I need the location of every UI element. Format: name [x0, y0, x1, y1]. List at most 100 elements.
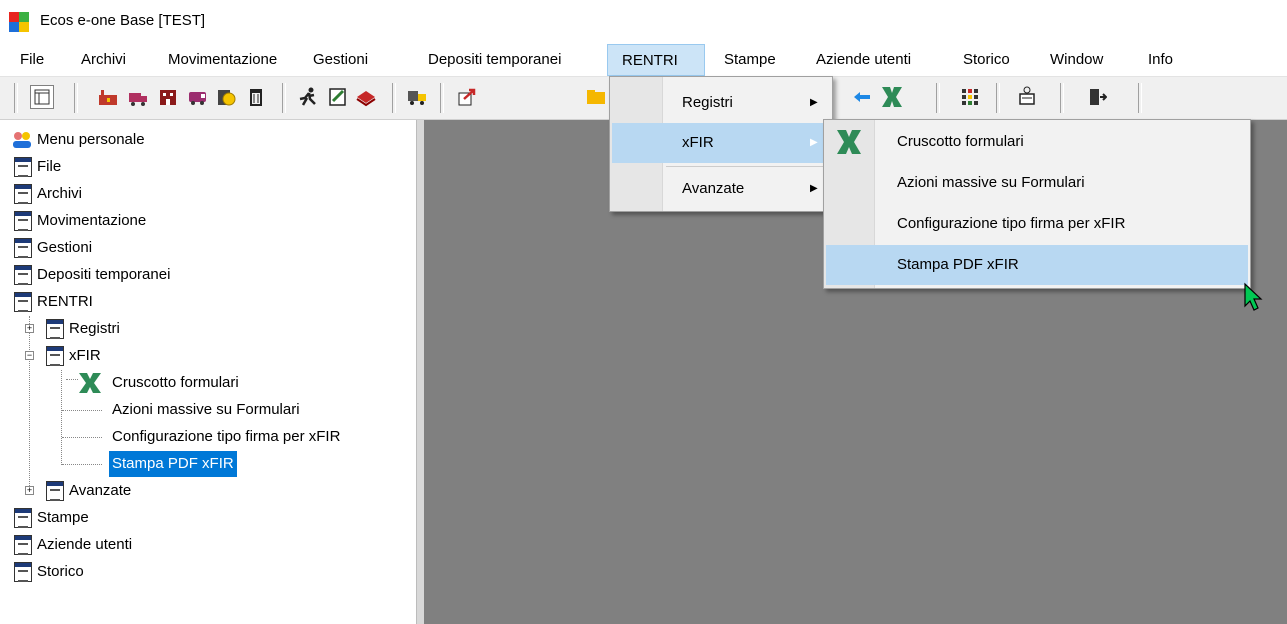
- menu-depositi-temporanei[interactable]: Depositi temporanei: [420, 44, 569, 76]
- menu-file[interactable]: File: [12, 44, 52, 76]
- menu-item-label: Cruscotto formulari: [897, 133, 1024, 150]
- module-icon: [14, 535, 32, 555]
- module-icon: [14, 211, 32, 231]
- building-icon[interactable]: [156, 85, 180, 109]
- tree-label: File: [37, 158, 62, 175]
- runner-icon[interactable]: [296, 85, 320, 109]
- module-icon: [14, 184, 32, 204]
- menu-rentri[interactable]: RENTRI: [607, 44, 705, 76]
- xfir-submenu: Cruscotto formulari Azioni massive su Fo…: [823, 119, 1251, 289]
- app-logo-icon: [9, 12, 29, 32]
- tree-label: xFIR: [69, 347, 101, 364]
- edit-icon[interactable]: [326, 85, 350, 109]
- tree-label-selected: Stampa PDF xFIR: [109, 451, 237, 477]
- menu-item-xfir[interactable]: xFIR ▶: [612, 123, 830, 163]
- exit-icon[interactable]: [1085, 85, 1109, 109]
- submenu-arrow-icon: ▶: [810, 97, 818, 108]
- tree-label: Movimentazione: [37, 212, 147, 229]
- submenu-arrow-icon: ▶: [810, 183, 818, 194]
- menu-item-avanzate[interactable]: Avanzate ▶: [612, 169, 830, 209]
- tree-label: RENTRI: [37, 293, 93, 310]
- module-icon: [14, 292, 32, 312]
- title-bar: Ecos e-one Base [TEST]: [0, 0, 1287, 42]
- grid-icon[interactable]: [958, 85, 982, 109]
- truck-icon[interactable]: [126, 85, 150, 109]
- module-icon: [46, 481, 64, 501]
- tree-label: Stampe: [37, 509, 89, 526]
- toolbar-separator: [282, 83, 286, 113]
- menu-item-label: Stampa PDF xFIR: [897, 256, 1019, 273]
- menu-item-stampa-pdf-xfir[interactable]: Stampa PDF xFIR: [826, 245, 1248, 285]
- window-title: Ecos e-one Base [TEST]: [40, 12, 206, 29]
- toolbar-separator: [1138, 83, 1142, 113]
- factory-icon[interactable]: [96, 85, 120, 109]
- toolbar-separator: [1060, 83, 1064, 113]
- expand-plus-icon[interactable]: +: [25, 486, 34, 495]
- menu-archivi[interactable]: Archivi: [73, 44, 134, 76]
- menu-item-label: Configurazione tipo firma per xFIR: [897, 215, 1126, 232]
- sync-icon[interactable]: [850, 85, 874, 109]
- tree-label: Azioni massive su Formulari: [112, 401, 300, 418]
- tree-label: Depositi temporanei: [37, 266, 171, 283]
- menu-item-label: Avanzate: [682, 180, 745, 197]
- tree-label: Archivi: [37, 185, 83, 202]
- module-icon: [14, 562, 32, 582]
- toolbar-separator: [996, 83, 1000, 113]
- menu-item-label: Azioni massive su Formulari: [897, 174, 1085, 191]
- book-icon[interactable]: [354, 85, 378, 109]
- menu-item-cruscotto-formulari[interactable]: Cruscotto formulari: [826, 122, 1248, 162]
- tree-connector: [62, 437, 102, 438]
- menu-separator: [666, 166, 828, 167]
- layout-icon[interactable]: [30, 85, 54, 109]
- rentri-dropdown-menu: Registri ▶ xFIR ▶ Avanzate ▶: [609, 76, 833, 212]
- tree-connector: [61, 370, 62, 465]
- trash-icon[interactable]: [244, 85, 268, 109]
- menu-window[interactable]: Window: [1042, 44, 1111, 76]
- xfir-icon: [837, 130, 861, 154]
- module-icon: [14, 508, 32, 528]
- tree-connector: [66, 379, 78, 380]
- xfir-toolbar-icon[interactable]: [880, 85, 904, 109]
- menu-item-label: Registri: [682, 94, 733, 111]
- module-icon: [14, 265, 32, 285]
- toolbar-separator: [74, 83, 78, 113]
- toolbar-separator: [440, 83, 444, 113]
- tree-label: Avanzate: [69, 482, 132, 499]
- menu-item-azioni-massive[interactable]: Azioni massive su Formulari: [826, 163, 1248, 203]
- users-icon: [13, 132, 31, 148]
- menu-aziende-utenti[interactable]: Aziende utenti: [808, 44, 919, 76]
- folder-icon[interactable]: [585, 85, 605, 109]
- tree-label: Menu personale: [37, 131, 145, 148]
- menu-stampe[interactable]: Stampe: [716, 44, 784, 76]
- toolbar-separator: [14, 83, 18, 113]
- tree-label: Configurazione tipo firma per xFIR: [112, 428, 341, 445]
- mouse-cursor-icon: [1244, 282, 1263, 311]
- menu-bar: File Archivi Movimentazione Gestioni Dep…: [0, 44, 1287, 77]
- tree-connector: [29, 316, 30, 492]
- export-icon[interactable]: [455, 85, 479, 109]
- tree-label: Cruscotto formulari: [112, 374, 239, 391]
- network-icon[interactable]: [1015, 85, 1039, 109]
- module-icon: [46, 319, 64, 339]
- expand-plus-icon[interactable]: +: [25, 324, 34, 333]
- tree-connector: [62, 464, 102, 465]
- tree-connector: [62, 410, 102, 411]
- toolbar-separator: [392, 83, 396, 113]
- tree-label: Gestioni: [37, 239, 93, 256]
- menu-item-configurazione-firma[interactable]: Configurazione tipo firma per xFIR: [826, 204, 1248, 244]
- transport-icon[interactable]: [405, 85, 429, 109]
- menu-info[interactable]: Info: [1140, 44, 1181, 76]
- coin-icon[interactable]: [214, 85, 238, 109]
- menu-movimentazione[interactable]: Movimentazione: [160, 44, 285, 76]
- navigation-tree: Menu personale File Archivi Movimentazio…: [0, 120, 416, 624]
- menu-item-label: xFIR: [682, 134, 714, 151]
- collapse-minus-icon[interactable]: −: [25, 351, 34, 360]
- tree-label: Storico: [37, 563, 84, 580]
- menu-storico[interactable]: Storico: [955, 44, 1018, 76]
- tree-label: Aziende utenti: [37, 536, 133, 553]
- submenu-arrow-icon: ▶: [810, 137, 818, 148]
- van-icon[interactable]: [186, 85, 210, 109]
- menu-item-registri[interactable]: Registri ▶: [612, 83, 830, 123]
- tree-label: Registri: [69, 320, 120, 337]
- menu-gestioni[interactable]: Gestioni: [305, 44, 376, 76]
